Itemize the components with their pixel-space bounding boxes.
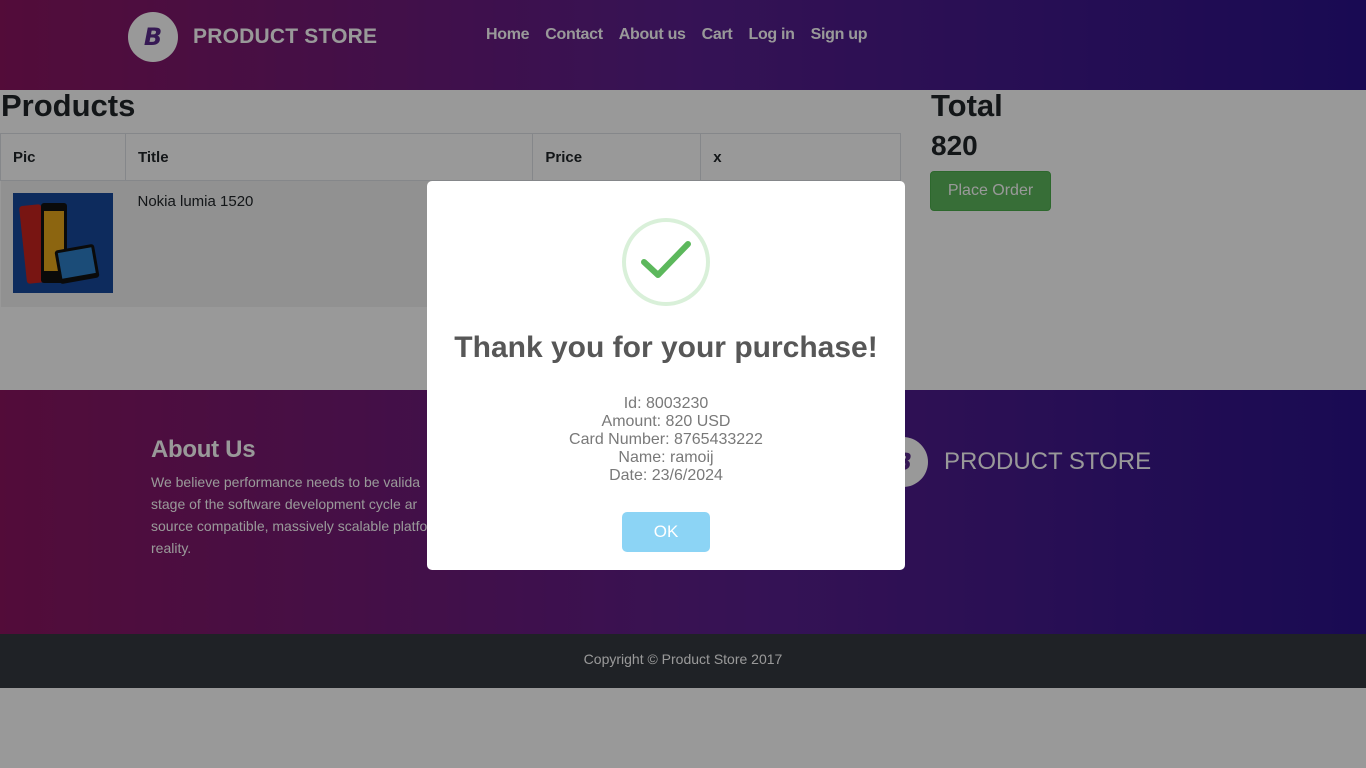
dialog-title: Thank you for your purchase! bbox=[454, 331, 878, 364]
ok-button[interactable]: OK bbox=[622, 512, 710, 552]
dialog-order-details: Id: 8003230 Amount: 820 USD Card Number:… bbox=[427, 395, 905, 485]
order-date: Date: 23/6/2024 bbox=[609, 467, 723, 484]
order-amount: Amount: 820 USD bbox=[601, 413, 731, 430]
order-name: Name: ramoij bbox=[618, 449, 714, 466]
success-check-icon bbox=[622, 218, 710, 306]
order-card-number: Card Number: 8765433222 bbox=[569, 431, 763, 448]
purchase-confirmation-dialog: Thank you for your purchase! Id: 8003230… bbox=[427, 181, 905, 570]
order-id: Id: 8003230 bbox=[623, 395, 709, 412]
